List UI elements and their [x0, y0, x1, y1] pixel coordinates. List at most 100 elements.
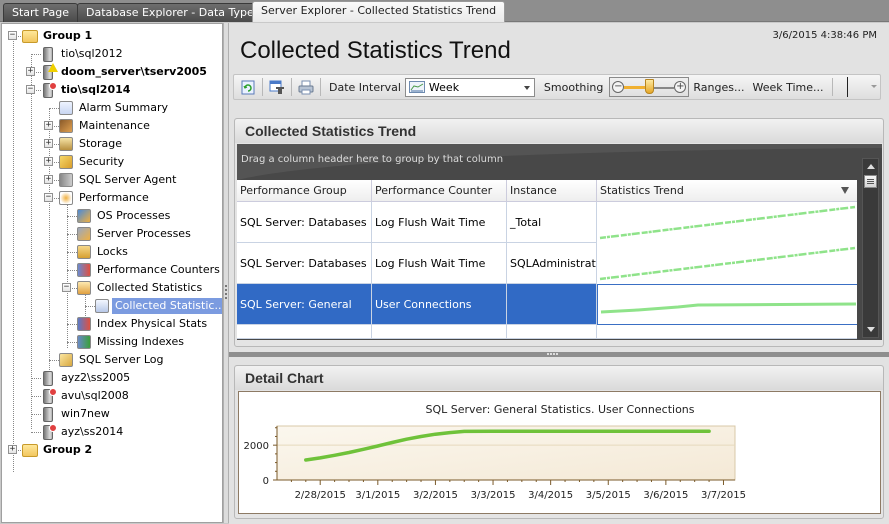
tree-node[interactable]: SQL Server Agent — [58, 171, 179, 189]
tree-node[interactable]: tio\sql2012 — [40, 45, 126, 63]
tree-node[interactable]: Server Processes — [76, 225, 194, 243]
splitter-grip — [547, 353, 559, 355]
tree-node[interactable]: Collected Statistic... — [94, 297, 222, 315]
scrollbar-thumb[interactable] — [864, 175, 877, 188]
tab-database-explorer[interactable]: Database Explorer - Data Types — [77, 3, 269, 22]
expand-icon[interactable]: + — [26, 67, 35, 76]
tree-node[interactable]: Collected Statistics — [76, 279, 205, 297]
sparkline-path — [600, 302, 857, 314]
smoothing-slider[interactable]: − + — [609, 77, 690, 97]
tree-node[interactable]: tio\sql2014 — [40, 81, 133, 99]
tree-node[interactable]: Locks — [76, 243, 131, 261]
tree-node[interactable]: doom_server\tserv2005 — [40, 62, 210, 81]
storage-icon — [59, 137, 73, 151]
detail-chart-panel: Detail Chart SQL Server: General Statist… — [234, 365, 884, 519]
x-tick-label: 3/5/2015 — [586, 490, 631, 501]
grid-vertical-scrollbar[interactable] — [862, 158, 879, 338]
tree-node[interactable]: Group 2 — [22, 441, 95, 459]
tree-node[interactable]: win7new — [40, 405, 113, 423]
tree-node[interactable]: Group 1 — [22, 27, 95, 45]
table-row[interactable]: SQL Server: Databases Log Flush Wait Time… — [237, 243, 857, 284]
toolbar-separator — [262, 78, 263, 96]
tree-node[interactable]: avu\sql2008 — [40, 387, 132, 405]
performance-counters-icon — [77, 263, 91, 277]
expand-icon[interactable]: + — [44, 175, 53, 184]
tree-connector — [67, 198, 68, 348]
column-header-statistics-trend[interactable]: Statistics Trend — [597, 180, 857, 202]
detail-chart: SQL Server: General Statistics. User Con… — [238, 391, 881, 514]
tree-node[interactable]: SQL Server Log — [58, 351, 166, 369]
tree-node-label: ayz\ss2014 — [61, 425, 124, 438]
collapse-icon[interactable]: − — [26, 85, 35, 94]
sparkline — [599, 246, 856, 281]
scroll-down-icon[interactable] — [867, 327, 875, 332]
group-by-hint[interactable]: Drag a column header here to group by th… — [241, 154, 503, 165]
expand-icon[interactable]: + — [8, 445, 17, 454]
week-time-button[interactable]: Week Time... — [752, 81, 823, 94]
tree-node[interactable]: ayz2\ss2005 — [40, 369, 133, 387]
ranges-button[interactable]: Ranges... — [693, 81, 744, 94]
table-cell-group: SQL Server: Databases — [237, 202, 372, 243]
expand-icon[interactable]: + — [44, 121, 53, 130]
tree-node[interactable]: Security — [58, 153, 127, 171]
slider-thumb[interactable] — [645, 79, 655, 94]
lock-icon — [77, 245, 91, 259]
agent-icon — [59, 173, 73, 187]
properties-button[interactable] — [267, 77, 287, 97]
tree-node[interactable]: Index Physical Stats — [76, 315, 210, 333]
table-row[interactable]: M...P... R... — [237, 325, 857, 339]
tree-node-label: Alarm Summary — [79, 101, 169, 114]
x-tick-label: 3/4/2015 — [528, 490, 573, 501]
table-row[interactable]: SQL Server: Databases Log Flush Wait Time… — [237, 202, 857, 243]
tree-node[interactable]: Alarm Summary — [58, 99, 171, 117]
sparkline-path — [599, 246, 856, 281]
tree-node-label: tio\sql2014 — [61, 83, 131, 96]
collapse-icon[interactable]: − — [44, 193, 53, 202]
table-cell-instance — [507, 325, 597, 338]
column-header-performance-group[interactable]: Performance Group — [237, 180, 372, 202]
tab-start-page[interactable]: Start Page — [3, 3, 78, 22]
tree-node[interactable]: Performance Counters — [76, 261, 222, 279]
tree-node[interactable]: Storage — [58, 135, 125, 153]
column-header-instance[interactable]: Instance — [507, 180, 597, 202]
table-cell-group: SQL Server: General — [237, 284, 372, 325]
date-interval-select[interactable]: Week — [404, 77, 535, 97]
smoothing-increase-button[interactable]: + — [674, 81, 687, 93]
server-error-icon — [43, 387, 57, 404]
tree-node[interactable]: Missing Indexes — [76, 333, 187, 351]
expand-icon[interactable]: + — [44, 157, 53, 166]
table-cell-counter: User Connections — [372, 284, 507, 325]
tree-node-label: tio\sql2012 — [61, 47, 123, 60]
smoothing-decrease-button[interactable]: − — [612, 81, 625, 93]
collapse-icon[interactable]: − — [8, 31, 17, 40]
column-header-statistics-trend-label: Statistics Trend — [600, 184, 684, 197]
toolbar-overflow-icon[interactable] — [871, 85, 877, 88]
tab-server-explorer[interactable]: Server Explorer - Collected Statistics T… — [252, 1, 506, 22]
tree-node[interactable]: Maintenance — [58, 117, 153, 135]
collapse-icon[interactable]: − — [62, 283, 71, 292]
table-cell-trend — [597, 284, 857, 325]
chart-title: SQL Server: General Statistics. User Con… — [425, 403, 694, 416]
splitter-grip — [225, 285, 227, 299]
date-interval-value: Week — [428, 80, 460, 94]
alarm-summary-icon — [59, 101, 73, 115]
panel-splitter[interactable] — [229, 352, 889, 357]
tree-node[interactable]: Performance — [58, 189, 152, 207]
tree-node[interactable]: ayz\ss2014 — [40, 423, 126, 441]
table-cell-instance: _Total — [507, 202, 597, 243]
tree-node[interactable]: OS Processes — [76, 207, 173, 225]
refresh-button[interactable] — [238, 77, 258, 97]
table-row[interactable]: SQL Server: General User Connections — [237, 284, 857, 325]
toolbar-separator — [831, 78, 833, 96]
print-button[interactable] — [296, 77, 316, 97]
tree-connector — [49, 108, 50, 384]
column-header-performance-counter[interactable]: Performance Counter — [372, 180, 507, 202]
tree-node-label: Collected Statistics — [97, 281, 203, 294]
filter-icon[interactable] — [841, 187, 849, 194]
server-icon — [43, 46, 53, 62]
scroll-up-icon[interactable] — [867, 164, 875, 169]
os-processes-icon — [77, 209, 91, 223]
expand-icon[interactable]: + — [44, 139, 53, 148]
document-tab-bar: Start Page Database Explorer - Data Type… — [0, 0, 889, 22]
server-tree[interactable]: − Group 1 tio\sql2012 + doom_server\tserv200… — [1, 23, 223, 523]
